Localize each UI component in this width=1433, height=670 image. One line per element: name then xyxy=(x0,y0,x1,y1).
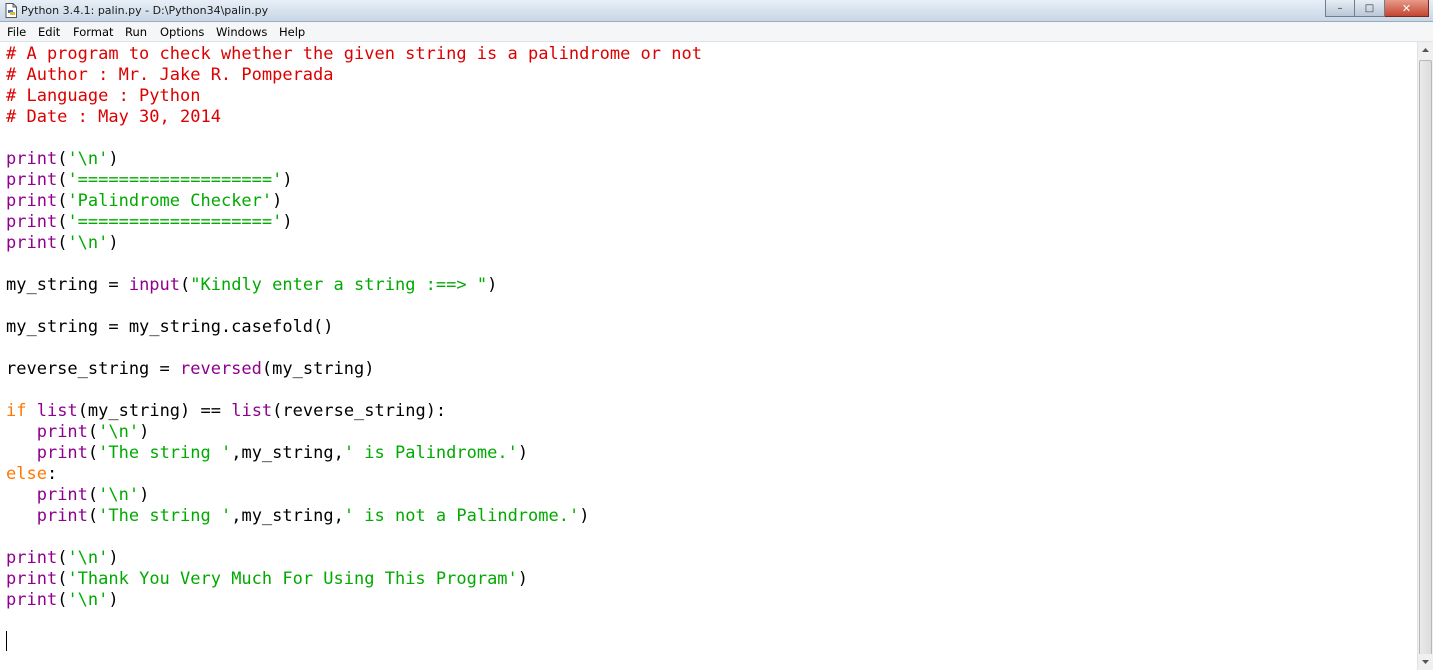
code-builtin: list xyxy=(231,401,273,421)
code-builtin: print xyxy=(36,485,88,505)
code-line: else: xyxy=(6,464,58,484)
code-line: print('\n') xyxy=(6,233,119,253)
window-controls: – □ ✕ xyxy=(1325,0,1429,18)
arrow-down-icon xyxy=(1422,660,1429,664)
code-keyword: else xyxy=(6,464,47,484)
scroll-thumb[interactable] xyxy=(1419,60,1432,656)
code-string: '\n' xyxy=(67,590,109,610)
code-line: print('\n') xyxy=(36,485,150,505)
menu-options[interactable]: Options xyxy=(160,25,204,39)
python-file-icon xyxy=(5,3,17,18)
code-string: 'The string ' xyxy=(98,443,232,463)
menu-file[interactable]: File xyxy=(7,25,26,39)
code-string: '\n' xyxy=(67,548,109,568)
code-builtin: print xyxy=(6,569,58,589)
code-line: print('The string ',my_string,' is Palin… xyxy=(36,443,529,463)
code-string: '\n' xyxy=(67,149,109,169)
code-builtin: print xyxy=(6,170,58,190)
code-line: # Date : May 30, 2014 xyxy=(6,107,221,128)
code-line: print('===================') xyxy=(6,212,293,232)
maximize-icon: □ xyxy=(1364,2,1375,14)
code-line: print('\n') xyxy=(36,422,150,442)
code-line: # A program to check whether the given s… xyxy=(6,44,702,65)
code-builtin: print xyxy=(6,548,58,568)
code-line: if list(my_string) == list(reverse_strin… xyxy=(6,401,447,421)
code-keyword: if xyxy=(6,401,27,421)
code-line: # Author : Mr. Jake R. Pomperada xyxy=(6,65,334,86)
code-builtin: print xyxy=(6,233,58,253)
code-token: # Language : Python xyxy=(6,86,201,106)
code-token: # Author : Mr. Jake R. Pomperada xyxy=(6,65,334,85)
code-string: '\n' xyxy=(98,485,140,505)
code-line: print('===================') xyxy=(6,170,293,190)
close-icon: ✕ xyxy=(1401,1,1412,15)
code-builtin: print xyxy=(6,212,58,232)
scroll-down-button[interactable] xyxy=(1418,654,1433,670)
vertical-scrollbar[interactable] xyxy=(1417,42,1433,670)
code-string: '\n' xyxy=(98,422,140,442)
code-line: print('Palindrome Checker') xyxy=(6,191,283,211)
window-title: Python 3.4.1: palin.py - D:\Python34\pal… xyxy=(21,4,269,17)
code-string: 'The string ' xyxy=(98,506,232,526)
code-builtin: print xyxy=(36,443,88,463)
code-builtin: list xyxy=(36,401,78,421)
code-line: print('Thank You Very Much For Using Thi… xyxy=(6,569,529,589)
code-line: reverse_string = reversed(my_string) xyxy=(6,359,375,379)
code-builtin: print xyxy=(36,506,88,526)
close-button[interactable]: ✕ xyxy=(1385,0,1429,17)
code-string: "Kindly enter a string :==> " xyxy=(190,275,488,295)
code-builtin: reversed xyxy=(180,359,262,379)
code-string: 'Thank You Very Much For Using This Prog… xyxy=(67,569,518,589)
minimize-icon: – xyxy=(1337,2,1343,14)
code-builtin: print xyxy=(6,149,58,169)
code-token: # A program to check whether the given s… xyxy=(6,44,702,64)
code-line: my_string = input("Kindly enter a string… xyxy=(6,275,498,295)
code-builtin: print xyxy=(6,191,58,211)
minimize-button[interactable]: – xyxy=(1325,0,1355,17)
menu-format[interactable]: Format xyxy=(73,25,114,39)
menu-bar: File Edit Format Run Options Windows Hel… xyxy=(0,22,1433,42)
code-line: print('\n') xyxy=(6,548,119,568)
code-builtin: print xyxy=(36,422,88,442)
menu-windows[interactable]: Windows xyxy=(216,25,267,39)
code-string: 'Palindrome Checker' xyxy=(67,191,273,211)
title-bar: Python 3.4.1: palin.py - D:\Python34\pal… xyxy=(0,0,1433,22)
code-line: print('\n') xyxy=(6,590,119,610)
code-string: ' is Palindrome.' xyxy=(343,443,518,463)
code-string: '===================' xyxy=(67,170,283,190)
code-token: # Date : May 30, 2014 xyxy=(6,107,221,127)
maximize-button[interactable]: □ xyxy=(1355,0,1385,17)
menu-edit[interactable]: Edit xyxy=(38,25,60,39)
menu-run[interactable]: Run xyxy=(125,25,147,39)
code-builtin: print xyxy=(6,590,58,610)
code-editor[interactable]: # A program to check whether the given s… xyxy=(0,42,1417,670)
code-line: print('The string ',my_string,' is not a… xyxy=(36,506,590,526)
menu-help[interactable]: Help xyxy=(279,25,305,39)
code-string: '\n' xyxy=(67,233,109,253)
code-line: my_string = my_string.casefold() xyxy=(6,317,334,337)
text-cursor xyxy=(6,631,7,651)
scroll-up-button[interactable] xyxy=(1418,42,1433,58)
arrow-up-icon xyxy=(1422,48,1429,52)
code-string: ' is not a Palindrome.' xyxy=(343,506,580,526)
code-string: '===================' xyxy=(67,212,283,232)
code-line: # Language : Python xyxy=(6,86,200,107)
code-line: print('\n') xyxy=(6,149,119,169)
code-builtin: input xyxy=(128,275,181,295)
